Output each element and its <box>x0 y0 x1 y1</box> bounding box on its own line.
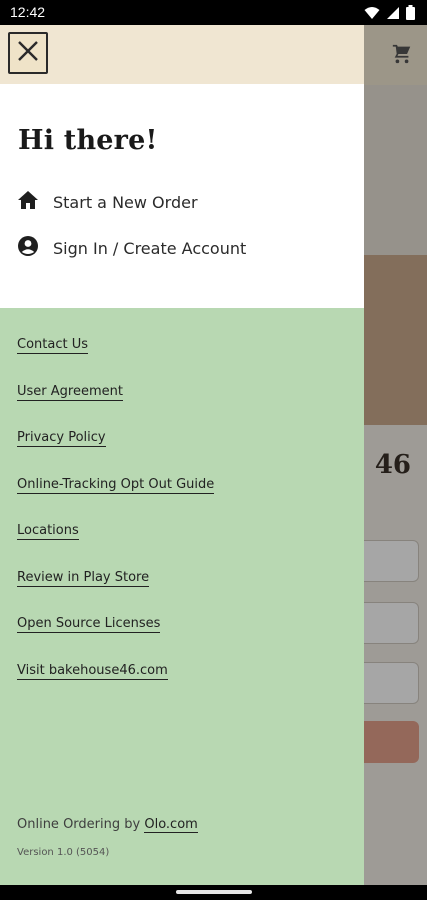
greeting-title: Hi there! <box>18 125 158 156</box>
locations-link[interactable]: Locations <box>17 523 79 540</box>
visit-website-link[interactable]: Visit bakehouse46.com <box>17 663 168 680</box>
drawer-header <box>0 25 364 84</box>
signal-icon <box>386 5 400 24</box>
navigation-drawer: Hi there! Start a New Order Sign In / Cr… <box>0 25 364 885</box>
contact-us-link[interactable]: Contact Us <box>17 337 88 354</box>
system-navigation-bar <box>0 885 427 900</box>
start-new-order-label: Start a New Order <box>53 192 198 212</box>
account-icon <box>17 235 39 261</box>
sign-in-item[interactable]: Sign In / Create Account <box>17 235 246 261</box>
opt-out-guide-link[interactable]: Online-Tracking Opt Out Guide <box>17 477 215 494</box>
sign-in-label: Sign In / Create Account <box>53 238 247 258</box>
close-icon <box>17 40 39 66</box>
status-icons <box>364 5 415 24</box>
open-source-licenses-link[interactable]: Open Source Licenses <box>17 616 161 633</box>
status-bar: 12:42 <box>0 0 427 25</box>
battery-icon <box>406 5 415 24</box>
gesture-handle[interactable] <box>176 890 252 894</box>
start-new-order-item[interactable]: Start a New Order <box>17 190 198 214</box>
online-ordering-text: Online Ordering by <box>17 817 141 832</box>
olo-link[interactable]: Olo.com <box>144 817 198 833</box>
wifi-icon <box>364 5 380 24</box>
review-play-store-link[interactable]: Review in Play Store <box>17 570 150 587</box>
online-ordering-credit: Online Ordering by Olo.com <box>17 817 198 833</box>
version-text: Version 1.0 (5054) <box>17 847 110 858</box>
drawer-primary-section: Hi there! Start a New Order Sign In / Cr… <box>0 84 364 308</box>
home-icon <box>17 190 39 214</box>
close-button[interactable] <box>8 32 48 74</box>
privacy-policy-link[interactable]: Privacy Policy <box>17 430 106 447</box>
status-time: 12:42 <box>10 4 46 20</box>
user-agreement-link[interactable]: User Agreement <box>17 384 123 401</box>
